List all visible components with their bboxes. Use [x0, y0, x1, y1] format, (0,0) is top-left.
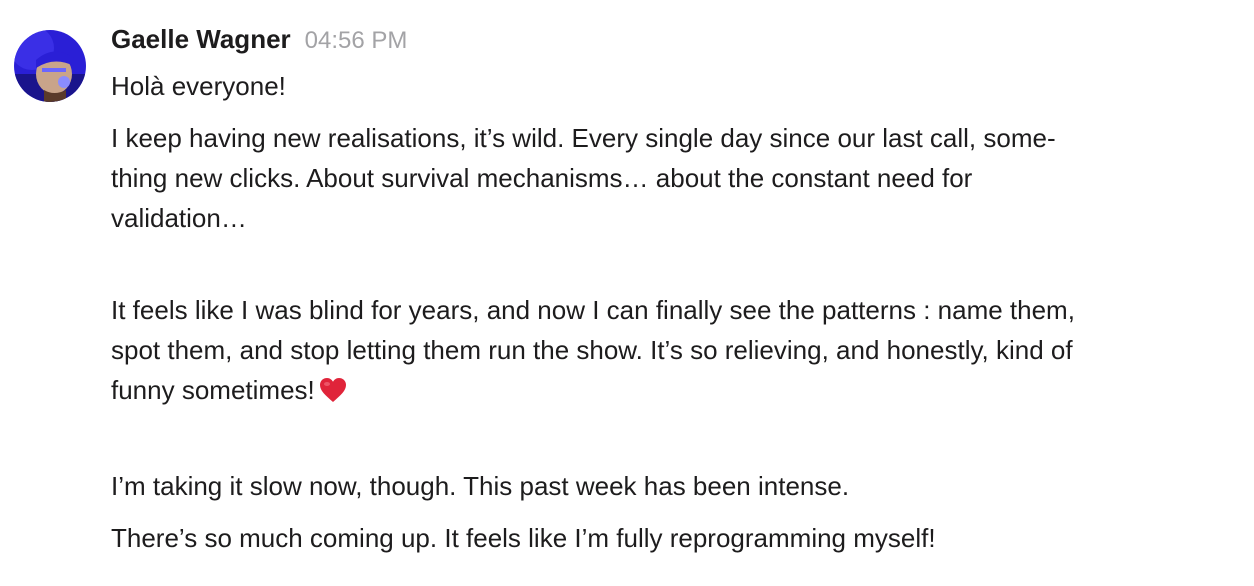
paragraph-2-line-3: funny sometimes! [111, 370, 1236, 414]
paragraph-1-line-3: validation… [111, 203, 247, 233]
chat-message: Gaelle Wagner 04:56 PM Holà everyone! I … [0, 0, 1254, 586]
greeting-text: Holà everyone! [111, 71, 286, 101]
paragraph-4: There’s so much coming up. It feels like… [111, 523, 936, 553]
paragraph-3: I’m taking it slow now, though. This pas… [111, 471, 850, 501]
author-name[interactable]: Gaelle Wagner [111, 24, 291, 55]
timestamp[interactable]: 04:56 PM [305, 27, 408, 55]
paragraph-2-line-2: spot them, and stop letting them run the… [111, 335, 1073, 365]
avatar[interactable] [14, 30, 86, 102]
paragraph-1-line-1: I keep having new realisations, it’s wil… [111, 123, 1056, 153]
message-body: Holà everyone! I keep having new realisa… [111, 66, 1236, 558]
red-heart-icon [319, 374, 347, 414]
paragraph-2-line-3-text: funny sometimes! [111, 375, 315, 405]
message-header: Gaelle Wagner 04:56 PM [111, 24, 407, 60]
avatar-image [14, 30, 86, 102]
paragraph-2-line-1: It feels like I was blind for years, and… [111, 295, 1075, 325]
paragraph-1-line-2: thing new clicks. About survival mechani… [111, 163, 973, 193]
